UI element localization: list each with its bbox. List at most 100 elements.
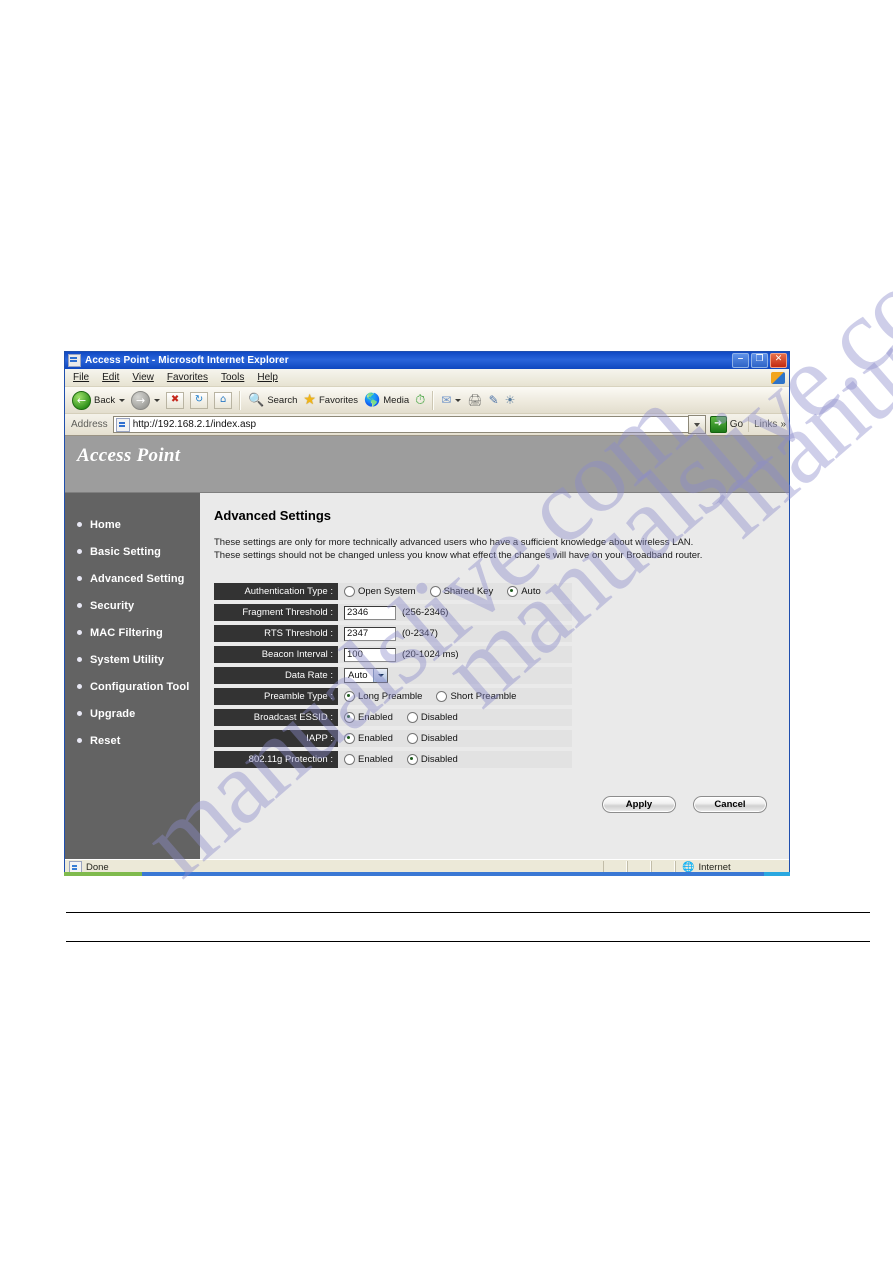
sidebar-item-configuration-tool[interactable]: Configuration Tool <box>65 673 200 700</box>
links-overflow-icon[interactable]: » <box>780 419 786 430</box>
radio-icon[interactable] <box>406 712 418 723</box>
magnifier-icon: 🔍 <box>248 392 265 408</box>
radio-label: Enabled <box>358 712 393 723</box>
address-input[interactable]: http://192.168.2.1/index.asp <box>112 416 688 433</box>
rts-threshold-input[interactable]: 2347 <box>344 626 396 641</box>
radio-icon[interactable] <box>436 691 448 702</box>
radio-icon[interactable] <box>429 586 441 597</box>
setting-value: 2346 (256-2346) <box>338 604 572 621</box>
setting-row-beacon-interval: Beacon Interval : 100 (20-1024 ms) <box>214 646 572 663</box>
toolbar-divider-2 <box>432 390 435 410</box>
app-banner: Access Point <box>65 436 789 493</box>
radio-option-long-preamble[interactable]: Long Preamble <box>344 691 422 702</box>
menu-favorites[interactable]: Favorites <box>167 372 208 383</box>
radio-option-disabled[interactable]: Disabled <box>406 733 458 744</box>
radio-group-80211g-protection: Enabled Disabled <box>344 754 472 765</box>
setting-label: Authentication Type : <box>214 583 338 600</box>
sidebar-item-label: Reset <box>90 734 121 747</box>
radio-group-iapp: Enabled Disabled <box>344 733 472 744</box>
radio-group-authentication-type: Open System Shared Key Auto <box>344 586 555 597</box>
forward-chevron-down-icon[interactable] <box>154 398 161 402</box>
radio-option-enabled[interactable]: Enabled <box>344 733 393 744</box>
refresh-icon: ↻ <box>190 391 209 409</box>
messenger-button[interactable]: ☀ <box>502 389 519 411</box>
home-button[interactable]: ⌂ <box>211 389 235 411</box>
address-url-text: http://192.168.2.1/index.asp <box>132 419 257 430</box>
media-label: Media <box>383 394 410 406</box>
taskbar-segment-cyan <box>764 872 790 876</box>
apply-button[interactable]: Apply <box>602 796 676 813</box>
setting-row-iapp: IAPP : Enabled Disabled <box>214 730 572 747</box>
radio-icon[interactable] <box>344 754 355 765</box>
fragment-threshold-input[interactable]: 2346 <box>344 605 396 620</box>
links-label[interactable]: Links <box>754 419 777 430</box>
setting-value: Enabled Disabled <box>338 751 572 768</box>
data-rate-select[interactable]: Auto <box>344 668 388 683</box>
window-title: Access Point - Microsoft Internet Explor… <box>85 355 289 366</box>
page-icon <box>115 417 130 432</box>
go-button[interactable]: Go <box>709 416 743 433</box>
radio-option-disabled[interactable]: Disabled <box>406 754 458 765</box>
radio-icon[interactable] <box>344 691 355 702</box>
radio-icon[interactable] <box>406 733 418 744</box>
radio-icon[interactable] <box>507 586 519 597</box>
radio-option-enabled[interactable]: Enabled <box>344 712 393 723</box>
radio-option-enabled[interactable]: Enabled <box>344 754 393 765</box>
favorites-button[interactable]: ★ Favorites <box>300 389 361 411</box>
close-button[interactable]: ✕ <box>770 353 787 368</box>
rts-threshold-hint: (0-2347) <box>402 628 438 639</box>
sidebar-item-reset[interactable]: Reset <box>65 727 200 754</box>
beacon-interval-input[interactable]: 100 <box>344 647 396 662</box>
restore-button[interactable]: ❐ <box>751 353 768 368</box>
menu-file[interactable]: File <box>73 372 89 383</box>
setting-value: 2347 (0-2347) <box>338 625 572 642</box>
sidebar-item-basic-setting[interactable]: Basic Setting <box>65 538 200 565</box>
sidebar-item-security[interactable]: Security <box>65 592 200 619</box>
radio-icon[interactable] <box>344 733 355 744</box>
cancel-button[interactable]: Cancel <box>693 796 767 813</box>
radio-label: Enabled <box>358 754 393 765</box>
refresh-button[interactable]: ↻ <box>187 389 211 411</box>
menu-view[interactable]: View <box>132 372 154 383</box>
back-chevron-down-icon[interactable] <box>119 398 126 402</box>
page-rule-bottom <box>66 941 870 942</box>
page-description: These settings are only for more technic… <box>214 537 703 561</box>
minimize-button[interactable]: – <box>732 352 749 368</box>
chevron-down-icon[interactable] <box>373 669 387 682</box>
search-button[interactable]: 🔍 Search <box>245 389 300 411</box>
radio-option-shared-key[interactable]: Shared Key <box>429 586 493 597</box>
media-button[interactable]: 🌎 Media <box>361 389 412 411</box>
setting-label: RTS Threshold : <box>214 625 338 642</box>
radio-option-auto[interactable]: Auto <box>507 586 541 597</box>
radio-option-disabled[interactable]: Disabled <box>406 712 458 723</box>
address-divider <box>748 417 750 432</box>
radio-label: Short Preamble <box>450 691 517 702</box>
radio-icon[interactable] <box>406 754 418 765</box>
print-button[interactable]: 🖨 <box>464 389 485 411</box>
taskbar-segment-blue <box>142 872 764 876</box>
address-dropdown-button[interactable] <box>687 415 706 434</box>
radio-icon[interactable] <box>344 712 355 723</box>
radio-icon[interactable] <box>344 586 355 597</box>
sidebar-item-mac-filtering[interactable]: MAC Filtering <box>65 619 200 646</box>
edit-button[interactable]: ✎ <box>486 389 502 411</box>
sidebar-item-home[interactable]: Home <box>65 511 200 538</box>
radio-option-open-system[interactable]: Open System <box>344 586 416 597</box>
mail-button[interactable]: ✉ <box>438 389 464 411</box>
back-button[interactable]: ← Back <box>69 389 128 411</box>
menu-edit[interactable]: Edit <box>102 372 119 383</box>
stop-button[interactable]: ✖ <box>163 389 187 411</box>
mail-chevron-down-icon[interactable] <box>455 398 462 402</box>
setting-label: Preamble Type : <box>214 688 338 705</box>
window-titlebar: Access Point - Microsoft Internet Explor… <box>65 352 789 369</box>
setting-value: Enabled Disabled <box>338 709 572 726</box>
sidebar-item-advanced-setting[interactable]: Advanced Setting <box>65 565 200 592</box>
forward-button[interactable]: → <box>128 389 163 411</box>
menu-tools[interactable]: Tools <box>221 372 244 383</box>
sidebar-item-upgrade[interactable]: Upgrade <box>65 700 200 727</box>
sidebar-item-system-utility[interactable]: System Utility <box>65 646 200 673</box>
menu-help[interactable]: Help <box>257 372 278 383</box>
history-button[interactable]: ⏱ <box>412 389 428 411</box>
sidebar-item-label: Basic Setting <box>90 545 161 558</box>
radio-option-short-preamble[interactable]: Short Preamble <box>436 691 516 702</box>
